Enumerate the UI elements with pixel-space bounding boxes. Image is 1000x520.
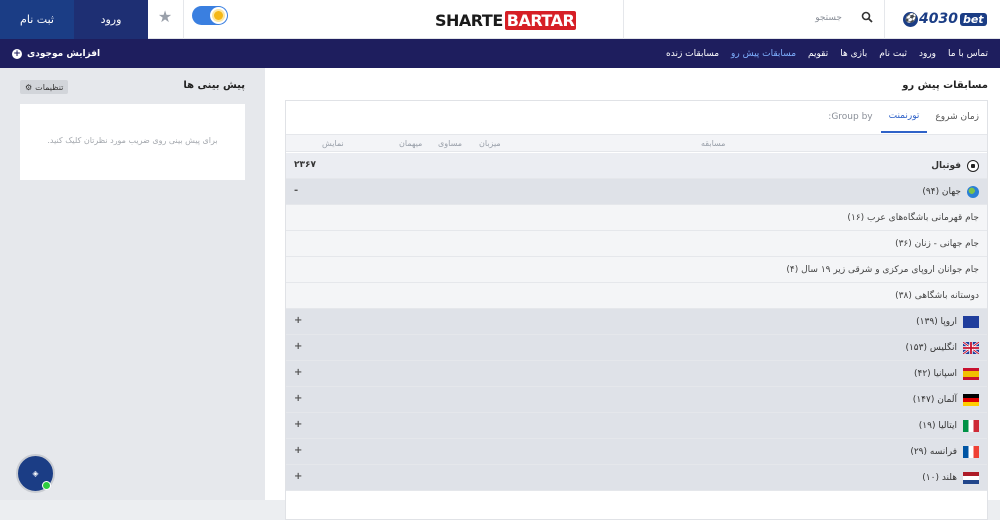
nav-calendar[interactable]: تقویم [808,49,828,59]
top-bar: ثبت نام ورود ★ SHARTE BARTAR جستجو ⚽ 403… [0,0,1000,39]
logo-part-2: BARTAR [504,10,577,30]
globe-icon [967,185,979,198]
expand-toggle[interactable]: + [294,315,302,326]
upcoming-matches-section: مسابقات پیش رو Group by: تورنمنت زمان شر… [265,68,1000,520]
region-name: اسپانیا (۴۲) [913,368,957,379]
france-flag-icon [963,445,979,458]
league-name: جام جوانان اروپای مرکزی و شرقی زیر ۱۹ سا… [786,264,979,275]
eu-flag-icon [963,315,979,328]
league-name: جام جهانی - زنان (۳۶) [895,238,979,249]
tab-start-time[interactable]: زمان شروع [927,102,987,132]
uk-flag-icon [963,341,979,354]
bet-slip-box: برای پیش بینی روی ضریب مورد نظرتان کلیک … [20,104,245,180]
nav-login[interactable]: ورود [919,49,936,59]
netherlands-flag-icon [963,471,979,484]
col-guest: میهمان [399,139,423,148]
region-row-germany[interactable]: آلمان (۱۴۷) + [286,387,987,413]
region-name: اروپا (۱۳۹) [916,316,957,327]
region-name: آلمان (۱۴۷) [912,394,957,405]
league-row[interactable]: جام قهرمانی باشگاه‌های عرب (۱۶) [286,205,987,231]
nav-links: مسابقات زنده مسابقات پیش رو تقویم بازی ه… [666,39,988,68]
brand-suffix: bet [959,12,987,26]
settings-label: تنظیمات [35,82,64,92]
online-status-icon [42,481,51,490]
login-button[interactable]: ورود [74,0,148,39]
favorites-star-icon[interactable]: ★ [155,7,175,27]
sport-row-football[interactable]: فوتبال ۲۳۶۷ [286,153,987,179]
col-host: میزبان [479,139,501,148]
sport-count: ۲۳۶۷ [294,160,316,170]
col-show: نمایش [322,139,344,148]
region-name: جهان (۹۴) [922,186,961,197]
group-by-tabs: Group by: تورنمنت زمان شروع [820,101,987,133]
nav-upcoming-matches[interactable]: مسابقات پیش رو [731,49,796,59]
col-match: مسابقه [701,139,726,148]
region-name: فرانسه (۲۹) [910,446,957,457]
region-row-italy[interactable]: ایتالیا (۱۹) + [286,413,987,439]
divider [884,0,885,39]
expand-toggle[interactable]: + [294,341,302,352]
region-name: ایتالیا (۱۹) [918,420,957,431]
league-row[interactable]: دوستانه باشگاهی (۳۸) [286,283,987,309]
collapse-toggle[interactable]: - [294,185,298,196]
club-crest-icon: ◈ [32,469,39,478]
region-row-netherlands[interactable]: هلند (۱۰) + [286,465,987,491]
theme-toggle[interactable] [192,6,228,25]
settings-button[interactable]: ⚙ تنظیمات [20,80,69,94]
region-name: هلند (۱۰) [922,472,957,483]
region-row-europe[interactable]: اروپا (۱۳۹) + [286,309,987,335]
brand-logo[interactable]: ⚽ 4030 bet [903,9,987,29]
nav-signup[interactable]: ثبت نام [879,49,907,59]
italy-flag-icon [963,419,979,432]
league-name: دوستانه باشگاهی (۳۸) [895,290,979,301]
bet-slip-empty-text: برای پیش بینی روی ضریب مورد نظرتان کلیک … [47,136,218,145]
region-row-world[interactable]: جهان (۹۴) - [286,179,987,205]
region-name: انگلیس (۱۵۳) [905,342,957,353]
divider [623,0,624,39]
football-icon [967,159,979,172]
site-logo[interactable]: SHARTE BARTAR [435,9,577,31]
brand-number: 4030 [919,11,958,27]
add-funds-label: افزایش موجودی [27,48,101,59]
predictions-panel: پیش بینی ها ⚙ تنظیمات برای پیش بینی روی … [0,68,265,500]
sun-icon [214,11,223,20]
predictions-title: پیش بینی ها [183,80,245,91]
nav-contact[interactable]: تماس با ما [948,49,988,59]
add-funds-button[interactable]: + افزایش موجودی [12,39,100,68]
table-header: مسابقه میزبان مساوی میهمان نمایش [286,134,987,152]
soccer-ball-icon: ⚽ [903,11,918,27]
germany-flag-icon [963,393,979,406]
uk-flag-graphic [963,341,979,354]
col-draw: مساوی [438,139,462,148]
expand-toggle[interactable]: + [294,419,302,430]
nav-live-matches[interactable]: مسابقات زنده [666,49,719,59]
gear-icon: ⚙ [25,82,33,92]
support-avatar[interactable]: ◈ [16,454,55,493]
tab-tournament[interactable]: تورنمنت [880,101,928,133]
league-row[interactable]: جام جوانان اروپای مرکزی و شرقی زیر ۱۹ سا… [286,257,987,283]
expand-toggle[interactable]: + [294,445,302,456]
league-name: جام قهرمانی باشگاه‌های عرب (۱۶) [847,212,979,223]
expand-toggle[interactable]: + [294,471,302,482]
league-row[interactable]: جام جهانی - زنان (۳۶) [286,231,987,257]
toggle-knob [210,7,227,24]
spain-flag-icon [963,367,979,380]
group-by-label: Group by: [828,112,873,122]
matches-card: Group by: تورنمنت زمان شروع مسابقه میزبا… [285,100,988,520]
search-input[interactable]: جستجو [790,13,842,23]
nav-games[interactable]: بازی ها [840,49,867,59]
expand-toggle[interactable]: + [294,367,302,378]
signup-button[interactable]: ثبت نام [0,0,74,39]
region-row-spain[interactable]: اسپانیا (۴۲) + [286,361,987,387]
region-row-england[interactable]: انگلیس (۱۵۳) + [286,335,987,361]
plus-icon: + [12,48,22,59]
main-nav: + افزایش موجودی مسابقات زنده مسابقات پیش… [0,39,1000,68]
divider [183,0,184,39]
logo-part-1: SHARTE [435,10,503,30]
section-title: مسابقات پیش رو [902,80,988,91]
expand-toggle[interactable]: + [294,393,302,404]
region-row-france[interactable]: فرانسه (۲۹) + [286,439,987,465]
sport-name: فوتبال [931,160,961,171]
search-icon[interactable] [861,11,873,23]
